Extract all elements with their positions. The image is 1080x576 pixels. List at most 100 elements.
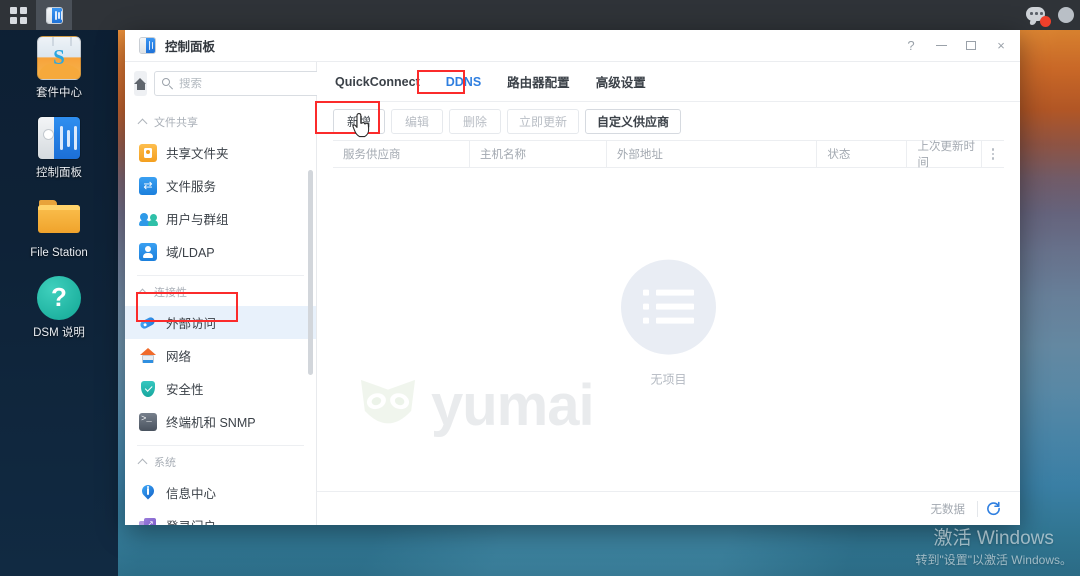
chevron-up-icon — [139, 288, 147, 296]
control-panel-window: 控制面板 ? × 搜索 文件共享 共享文件夹 ⇄ 文件服务 用户与群组 域/LD… — [125, 30, 1020, 525]
sidebar-group-label: 系统 — [154, 457, 176, 469]
table-body: yumai 无项目 — [317, 168, 1020, 491]
sidebar: 文件共享 共享文件夹 文件服务 用户与群组 — [125, 62, 341, 525]
sidebar-scroll-area: 文件共享 共享文件夹 文件服务 用户与群组 — [125, 104, 316, 525]
sidebar-group-file-sharing[interactable]: 文件共享 — [125, 106, 316, 136]
shared-folder-icon — [139, 143, 157, 162]
domain-ldap-icon — [139, 242, 157, 261]
control-panel-icon — [45, 6, 63, 24]
sidebar-item-terminal-snmp[interactable]: 终端机和 SNMP — [125, 405, 316, 438]
sidebar-item-external-access[interactable]: 外部访问 — [125, 306, 316, 339]
sidebar-item-label: 登录门户 — [166, 516, 216, 525]
folder-icon — [37, 196, 81, 240]
taskbar — [0, 0, 1080, 30]
tab-advanced-settings[interactable]: 高级设置 — [594, 69, 648, 94]
sidebar-group-system[interactable]: 系统 — [125, 446, 316, 476]
window-titlebar: 控制面板 ? × — [125, 30, 1020, 62]
login-portal-icon: ↗ — [139, 517, 157, 525]
column-header-hostname[interactable]: 主机名称 — [470, 141, 607, 167]
sidebar-item-domain-ldap[interactable]: 域/LDAP — [125, 235, 316, 268]
home-button[interactable] — [134, 71, 147, 96]
footer-status-text: 无数据 — [930, 503, 966, 516]
sidebar-item-shared-folder[interactable]: 共享文件夹 — [125, 136, 316, 169]
sidebar-item-label: 文件服务 — [166, 180, 217, 194]
sidebar-item-login-portal[interactable]: ↗ 登录门户 — [125, 509, 316, 525]
empty-list-icon — [621, 259, 716, 355]
chat-bubble-icon[interactable] — [1026, 6, 1051, 27]
search-icon — [162, 78, 173, 90]
window-controls: ? × — [896, 31, 1016, 61]
window-body: 文件共享 共享文件夹 文件服务 用户与群组 — [125, 62, 1020, 525]
control-panel-icon — [139, 37, 156, 54]
sidebar-item-info-center[interactable]: 信息中心 — [125, 476, 316, 509]
empty-state: 无项目 — [317, 259, 1020, 387]
avatar-icon[interactable] — [1058, 7, 1074, 23]
notification-badge — [1040, 16, 1051, 27]
update-now-button: 立即更新 — [507, 108, 580, 134]
content-toolbar: 新增 编辑 删除 立即更新 自定义供应商 — [317, 102, 1020, 140]
content-panel: QuickConnect DDNS 路由器配置 高级设置 新增 编辑 删除 立即… — [317, 62, 1020, 525]
sidebar-item-label: 网络 — [166, 350, 192, 364]
sidebar-item-network[interactable]: 网络 — [125, 339, 316, 372]
minimize-button[interactable] — [926, 31, 956, 61]
sidebar-group-label: 连接性 — [154, 287, 187, 299]
taskbar-control-panel-button[interactable] — [36, 0, 72, 30]
desktop-icon-package-center[interactable]: S 套件中心 — [0, 36, 118, 100]
sidebar-item-label: 域/LDAP — [166, 246, 215, 260]
sidebar-item-label: 外部访问 — [166, 317, 217, 331]
tab-router-config[interactable]: 路由器配置 — [505, 69, 572, 94]
help-button[interactable]: ? — [896, 31, 926, 61]
tab-quickconnect[interactable]: QuickConnect — [333, 72, 422, 92]
desktop-icon-file-station[interactable]: File Station — [0, 196, 118, 260]
vertical-dots-icon — [991, 148, 995, 160]
refresh-icon — [986, 501, 1000, 516]
column-header-status[interactable]: 状态 — [817, 141, 908, 167]
tab-bar: QuickConnect DDNS 路由器配置 高级设置 — [317, 62, 1020, 102]
add-button[interactable]: 新增 — [333, 108, 385, 134]
sidebar-item-file-services[interactable]: 文件服务 — [125, 169, 316, 202]
sidebar-item-label: 安全性 — [166, 383, 204, 397]
refresh-button[interactable] — [978, 496, 1008, 522]
info-center-icon — [139, 482, 157, 502]
users-groups-icon — [138, 210, 158, 228]
tab-ddns[interactable]: DDNS — [444, 72, 483, 92]
sidebar-item-label: 共享文件夹 — [166, 147, 229, 161]
window-title: 控制面板 — [165, 40, 216, 54]
app-menu-button[interactable] — [0, 0, 36, 30]
column-header-external-address[interactable]: 外部地址 — [607, 141, 818, 167]
sidebar-item-label: 终端机和 SNMP — [166, 416, 256, 430]
empty-state-text: 无项目 — [650, 372, 687, 387]
column-options-button[interactable] — [982, 141, 1004, 167]
search-box[interactable] — [154, 71, 341, 96]
question-mark-icon: ? — [37, 276, 81, 320]
edit-button: 编辑 — [391, 108, 443, 134]
close-button[interactable]: × — [986, 31, 1016, 61]
control-panel-icon — [37, 116, 81, 160]
maximize-button[interactable] — [956, 31, 986, 61]
column-header-last-updated[interactable]: 上次更新时间 — [907, 141, 982, 169]
search-input[interactable] — [179, 77, 333, 90]
table-header-row: 服务供应商 主机名称 外部地址 状态 上次更新时间 — [333, 140, 1004, 169]
custom-provider-button[interactable]: 自定义供应商 — [585, 108, 682, 134]
chevron-up-icon — [139, 118, 147, 126]
desktop-icon-dsm-help[interactable]: ? DSM 说明 — [0, 276, 118, 340]
file-service-icon — [139, 176, 157, 195]
delete-button: 删除 — [449, 108, 501, 134]
chevron-up-icon — [139, 458, 147, 466]
sidebar-toolbar — [125, 62, 341, 104]
column-header-service-provider[interactable]: 服务供应商 — [333, 141, 470, 167]
sidebar-item-label: 用户与群组 — [166, 213, 229, 227]
desktop-icon-control-panel[interactable]: 控制面板 — [0, 116, 118, 180]
desktop-icon-list: S 套件中心 控制面板 File Station ? DSM 说明 — [0, 36, 118, 356]
terminal-icon — [139, 412, 157, 431]
external-access-icon — [139, 314, 157, 332]
sidebar-item-users-groups[interactable]: 用户与群组 — [125, 202, 316, 235]
network-icon — [139, 347, 157, 365]
desktop-icon-label: DSM 说明 — [33, 327, 85, 339]
sidebar-group-label: 文件共享 — [154, 117, 198, 129]
taskbar-tray — [1026, 0, 1080, 30]
taskbar-app-buttons — [0, 0, 72, 30]
sidebar-scrollbar-thumb[interactable] — [308, 170, 313, 375]
sidebar-item-security[interactable]: 安全性 — [125, 372, 316, 405]
sidebar-group-connectivity[interactable]: 连接性 — [125, 276, 316, 306]
